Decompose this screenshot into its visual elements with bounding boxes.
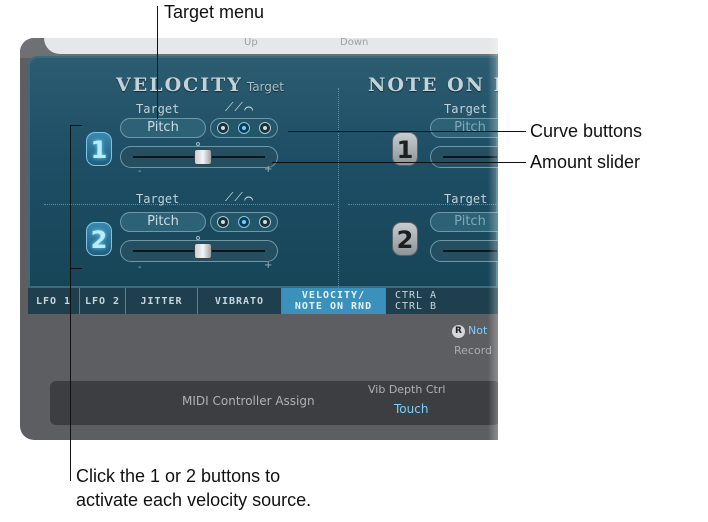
source2-curve-linear-button[interactable] bbox=[217, 216, 229, 228]
source1-curve-linear-button[interactable] bbox=[217, 122, 229, 134]
target-menu-leader bbox=[157, 6, 158, 119]
note-record-button[interactable]: R bbox=[452, 325, 465, 338]
center-tick bbox=[196, 142, 200, 146]
source2-curve-buttons bbox=[210, 212, 278, 232]
tab-ctrl-b: CTRL B bbox=[394, 301, 438, 312]
note-on-source2-activate-button[interactable]: 2 bbox=[392, 222, 418, 256]
vib-depth-ctrl-label: Vib Depth Ctrl bbox=[368, 383, 446, 396]
section-divider bbox=[338, 88, 339, 288]
tab-velocity-line1: VELOCITY/ bbox=[301, 290, 366, 301]
amount-slider-callout: Amount slider bbox=[530, 152, 641, 172]
amount-slider-leader bbox=[272, 162, 526, 163]
tab-lfo-1[interactable]: LFO 1 bbox=[28, 288, 80, 314]
bracket-bottom bbox=[70, 268, 82, 269]
row-divider bbox=[44, 204, 334, 205]
source2-amount-thumb[interactable] bbox=[194, 243, 212, 259]
velocity-section-title: VELOCITY Target bbox=[116, 74, 284, 96]
tab-velocity-line2: NOTE ON RND bbox=[294, 301, 373, 312]
velocity-title-text: VELOCITY bbox=[116, 74, 243, 96]
number-buttons-leader bbox=[70, 125, 71, 481]
source1-max-label: + bbox=[264, 164, 273, 175]
midi-controller-assign-bar: MIDI Controller Assign Vib Depth Ctrl To… bbox=[50, 381, 498, 425]
log-curve-icon: ⌒ bbox=[243, 190, 255, 204]
source1-curve-log-button[interactable] bbox=[259, 122, 271, 134]
target-menu-callout: Target menu bbox=[164, 2, 265, 22]
tab-ctrl-a-b[interactable]: CTRL A CTRL B bbox=[386, 288, 446, 314]
velocity-modulation-area: VELOCITYTarget Target ⟋⟋⌒ Pitch 1 - + Ta… bbox=[28, 56, 498, 288]
up-label: Up bbox=[244, 38, 258, 48]
log-curve-icon: ⌒ bbox=[243, 100, 255, 114]
exp-curve-icon: ⟋ bbox=[234, 190, 244, 204]
source1-amount-thumb[interactable] bbox=[194, 149, 212, 165]
source2-activate-button[interactable]: 2 bbox=[86, 222, 112, 256]
modulation-panel: Up Down VELOCITYTarget Target ⟋⟋⌒ Pitch … bbox=[20, 38, 498, 440]
curve-buttons-leader bbox=[288, 131, 526, 132]
tab-vibrato[interactable]: VIBRATO bbox=[198, 288, 282, 314]
pitch-bend-range-bar: Up Down bbox=[44, 38, 498, 54]
center-tick bbox=[196, 236, 200, 240]
source2-amount-slider[interactable] bbox=[120, 236, 278, 262]
note-on-source1-target-label: Target bbox=[444, 102, 488, 116]
midi-controller-assign-label: MIDI Controller Assign bbox=[182, 394, 315, 408]
source1-target-menu[interactable]: Pitch bbox=[120, 118, 206, 138]
note-record-label: Not bbox=[468, 324, 488, 337]
source1-curve-exp-button[interactable] bbox=[238, 122, 250, 134]
curve-buttons-callout: Curve buttons bbox=[530, 121, 643, 141]
source1-curve-buttons bbox=[210, 118, 278, 138]
tab-velocity-note-on-rnd[interactable]: VELOCITY/ NOTE ON RND bbox=[282, 288, 386, 314]
tab-jitter[interactable]: JITTER bbox=[126, 288, 198, 314]
note-on-source2-target-label: Target bbox=[444, 192, 488, 206]
tab-lfo-2[interactable]: LFO 2 bbox=[80, 288, 126, 314]
number-buttons-callout-line2: activate each velocity source. bbox=[76, 490, 312, 510]
modulation-tab-bar: LFO 1 LFO 2 JITTER VIBRATO VELOCITY/ NOT… bbox=[28, 288, 498, 314]
source2-target-label: Target bbox=[136, 192, 180, 206]
source2-target-menu[interactable]: Pitch bbox=[120, 212, 206, 232]
down-label: Down bbox=[340, 38, 369, 48]
edge-fade bbox=[488, 38, 498, 440]
bracket-top bbox=[70, 125, 82, 126]
source1-curve-icons: ⟋⟋⌒ bbox=[225, 100, 254, 115]
record-sub-label: Record bbox=[454, 344, 493, 357]
tab-ctrl-a: CTRL A bbox=[394, 290, 438, 301]
source2-curve-log-button[interactable] bbox=[259, 216, 271, 228]
source1-min-label: - bbox=[138, 166, 142, 177]
source1-activate-button[interactable]: 1 bbox=[86, 132, 112, 166]
source2-min-label: - bbox=[138, 262, 142, 273]
source1-amount-slider[interactable] bbox=[120, 142, 278, 168]
note-on-section-title: NOTE ON R bbox=[368, 74, 498, 96]
linear-curve-icon: ⟋ bbox=[225, 190, 235, 204]
vib-depth-ctrl-value[interactable]: Touch bbox=[394, 402, 428, 416]
note-on-source1-activate-button[interactable]: 1 bbox=[392, 132, 418, 166]
source2-curve-exp-button[interactable] bbox=[238, 216, 250, 228]
velocity-subtitle: Target bbox=[246, 80, 284, 94]
source2-curve-icons: ⟋⟋⌒ bbox=[225, 190, 254, 205]
exp-curve-icon: ⟋ bbox=[234, 100, 244, 114]
linear-curve-icon: ⟋ bbox=[225, 100, 235, 114]
number-buttons-callout-line1: Click the 1 or 2 buttons to bbox=[76, 466, 281, 486]
source2-max-label: + bbox=[264, 260, 273, 271]
